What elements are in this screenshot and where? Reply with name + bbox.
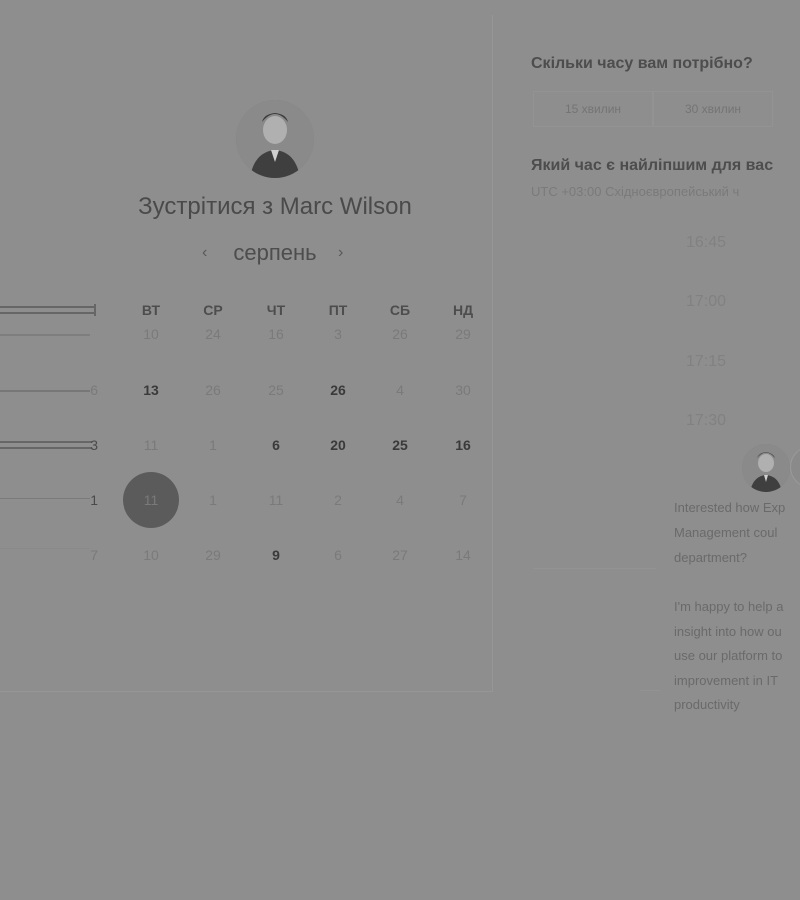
calendar-day[interactable]: 16 — [438, 437, 488, 453]
weekday-thu: ЧТ — [266, 302, 286, 318]
calendar-day[interactable]: 25 — [251, 382, 301, 398]
week-bar — [0, 334, 90, 336]
calendar-day-selected[interactable]: 11 — [126, 492, 176, 508]
weekday-sun: НД — [452, 302, 474, 318]
week-bar — [0, 390, 90, 392]
calendar-day[interactable]: 1 — [188, 492, 238, 508]
chat-text-line: Management coul — [674, 525, 778, 540]
time-slot[interactable]: 16:45 — [686, 234, 726, 252]
calendar-day[interactable]: 20 — [313, 437, 363, 453]
time-question: Який час є найліпшим для вас — [531, 157, 774, 174]
calendar-day[interactable]: 10 — [126, 326, 176, 342]
chevron-left-icon[interactable]: ‹ — [202, 244, 207, 262]
calendar-day[interactable]: 16 — [251, 326, 301, 342]
calendar-day[interactable]: 10 — [126, 547, 176, 563]
weekday-tue: ВТ — [141, 302, 161, 318]
calendar-day[interactable]: 4 — [375, 492, 425, 508]
duration-question: Скільки часу вам потрібно? — [531, 55, 753, 72]
month-label: серпень — [233, 240, 317, 265]
calendar-day[interactable]: 13 — [126, 382, 176, 398]
chat-text-line: productivity — [674, 697, 740, 712]
calendar-day[interactable]: 6 — [251, 437, 301, 453]
week-bar — [0, 441, 92, 449]
chevron-right-icon[interactable]: › — [338, 244, 343, 262]
calendar-day[interactable]: 26 — [188, 382, 238, 398]
week-bar — [0, 498, 90, 499]
month-navigation: ‹ серпень › — [195, 240, 355, 270]
caret-up-icon — [348, 0, 364, 6]
calendar-day[interactable]: 26 — [313, 382, 363, 398]
week-bar — [0, 306, 96, 314]
calendar-day[interactable]: 26 — [375, 326, 425, 342]
week-end-number: 3 — [90, 437, 98, 453]
calendar-day[interactable]: 29 — [188, 547, 238, 563]
calendar-day[interactable]: 4 — [375, 382, 425, 398]
chat-text-line: I'm happy to help a — [674, 599, 784, 614]
calendar-day[interactable]: 6 — [313, 547, 363, 563]
calendar-day[interactable]: 3 — [313, 326, 363, 342]
chat-avatar-secondary — [790, 446, 800, 488]
time-slot[interactable]: 17:15 — [686, 353, 726, 371]
time-slot[interactable]: 17:30 — [686, 412, 726, 430]
week-end-number: 6 — [90, 382, 98, 398]
calendar-day[interactable]: 7 — [438, 492, 488, 508]
calendar-day[interactable]: 11 — [126, 437, 176, 453]
week-bar-cap — [94, 304, 96, 316]
host-avatar — [236, 100, 314, 178]
calendar-day[interactable]: 11 — [251, 492, 301, 508]
weekday-wed: СР — [203, 302, 223, 318]
week-end-number: 7 — [90, 547, 98, 563]
week-end-number: 1 — [90, 492, 98, 508]
duration-30-button[interactable]: 30 хвилин — [653, 91, 773, 127]
chat-text-line: improvement in IT — [674, 673, 779, 688]
chat-text-line: department? — [674, 550, 747, 565]
duration-15-button[interactable]: 15 хвилин — [533, 91, 653, 127]
calendar-day[interactable]: 30 — [438, 382, 488, 398]
calendar-day[interactable]: 25 — [375, 437, 425, 453]
chat-text-line: use our platform to — [674, 648, 783, 663]
divider — [533, 568, 656, 569]
calendar-day[interactable]: 14 — [438, 547, 488, 563]
time-slot[interactable]: 17:00 — [686, 293, 726, 311]
calendar-day[interactable]: 9 — [251, 547, 301, 563]
calendar-day[interactable]: 1 — [188, 437, 238, 453]
chat-text-line: insight into how ou — [674, 624, 782, 639]
weekday-sat: СБ — [389, 302, 411, 318]
divider — [640, 690, 660, 691]
chat-avatar — [742, 444, 790, 492]
calendar-day[interactable]: 24 — [188, 326, 238, 342]
calendar-day[interactable]: 2 — [313, 492, 363, 508]
weekday-fri: ПТ — [328, 302, 348, 318]
chat-text-line: Interested how Exp — [674, 500, 786, 515]
timezone-label[interactable]: UTC +03:00 Східноєвропейський ч — [531, 184, 739, 199]
calendar-day[interactable]: 27 — [375, 547, 425, 563]
calendar-day[interactable]: 29 — [438, 326, 488, 342]
week-bar — [0, 548, 90, 549]
booking-title: Зустрітися з Marc Wilson — [138, 193, 412, 220]
